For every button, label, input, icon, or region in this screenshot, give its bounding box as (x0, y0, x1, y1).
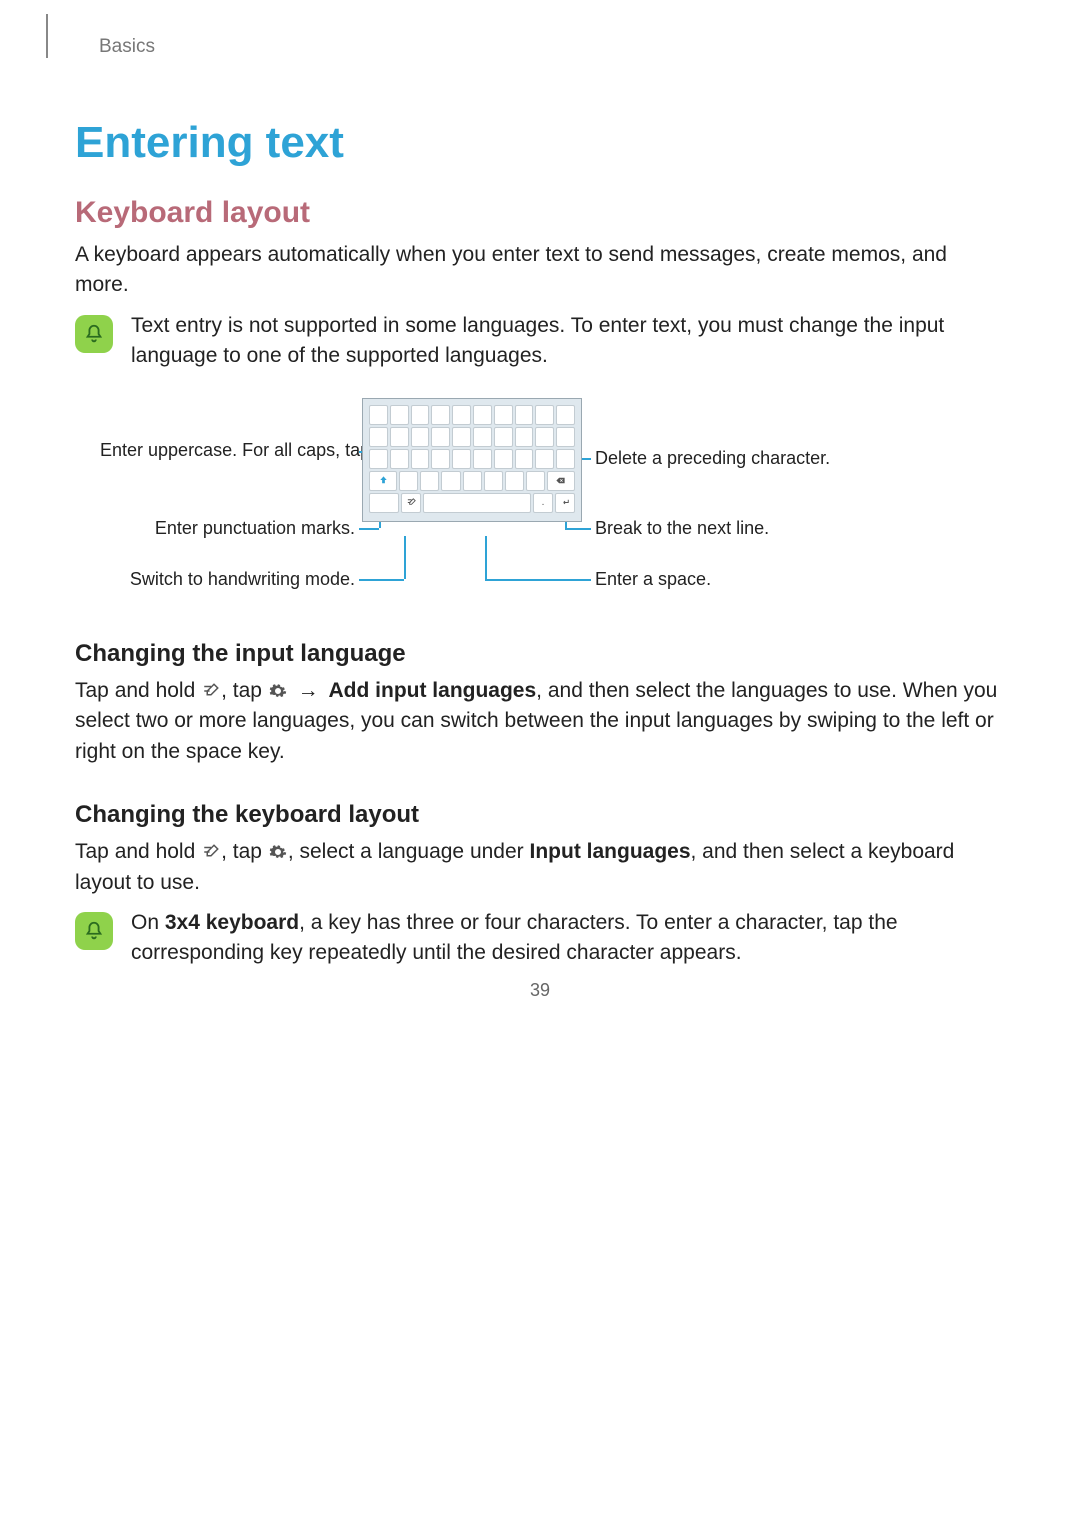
gear-icon (269, 840, 287, 858)
bold-text: 3x4 keyboard (165, 911, 299, 934)
period-key: . (533, 493, 553, 513)
space-key (423, 493, 531, 513)
symbols-key (369, 493, 399, 513)
text-fragment: , tap (221, 840, 268, 863)
note-block: Text entry is not supported in some lang… (75, 311, 1005, 372)
note-bell-icon (75, 912, 113, 950)
callout-space: Enter a space. (595, 569, 711, 590)
breadcrumb: Basics (75, 0, 1005, 58)
paragraph-input-language: Tap and hold , tap → Add input languages… (75, 676, 1005, 767)
bold-text: Add input languages (329, 679, 537, 702)
section-rule (46, 14, 48, 58)
section-subtitle: Keyboard layout (75, 196, 1005, 230)
handwriting-key-icon (401, 493, 421, 513)
callout-nextline: Break to the next line. (595, 518, 769, 539)
note-text: Text entry is not supported in some lang… (131, 311, 1005, 372)
keyboard-diagram: Enter uppercase. For all caps, tap it tw… (75, 396, 1005, 606)
section-heading-keyboard-layout: Changing the keyboard layout (75, 801, 1005, 829)
backspace-key-icon (547, 471, 575, 491)
callout-punctuation: Enter punctuation marks. (130, 518, 355, 539)
note-block: On 3x4 keyboard, a key has three or four… (75, 908, 1005, 969)
text-fragment: Tap and hold (75, 679, 201, 702)
page-title: Entering text (75, 118, 1005, 168)
intro-paragraph: A keyboard appears automatically when yo… (75, 240, 1005, 301)
section-heading-input-language: Changing the input language (75, 640, 1005, 668)
keyboard-illustration: . (362, 398, 582, 522)
callout-uppercase: Enter uppercase. For all caps, tap it tw… (100, 440, 355, 461)
callout-delete: Delete a preceding character. (595, 448, 830, 469)
text-fragment: Tap and hold (75, 840, 201, 863)
gear-icon (269, 679, 287, 697)
paragraph-keyboard-layout: Tap and hold , tap , select a language u… (75, 837, 1005, 898)
handwriting-icon (202, 679, 220, 697)
bold-text: Input languages (530, 840, 691, 863)
callout-handwriting: Switch to handwriting mode. (120, 569, 355, 590)
arrow-icon: → (294, 676, 323, 706)
note-bell-icon (75, 315, 113, 353)
page-number: 39 (0, 980, 1080, 1001)
note-text: On 3x4 keyboard, a key has three or four… (131, 908, 1005, 969)
text-fragment: , select a language under (288, 840, 530, 863)
shift-key-icon (369, 471, 397, 491)
enter-key-icon (555, 493, 575, 513)
handwriting-icon (202, 840, 220, 858)
text-fragment: On (131, 911, 165, 934)
text-fragment: , tap (221, 679, 268, 702)
